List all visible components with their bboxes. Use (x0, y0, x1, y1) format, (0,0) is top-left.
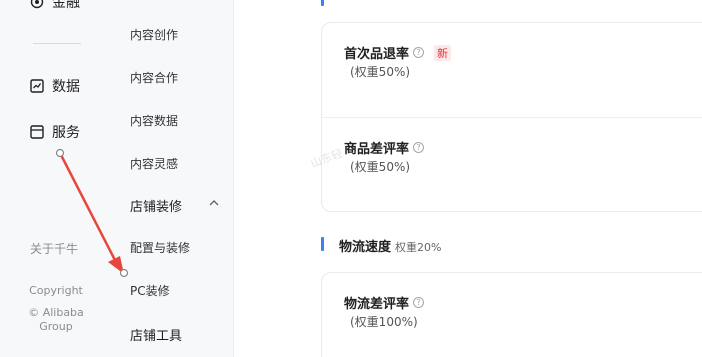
sidebar-item-config-decor[interactable]: 配置与装修 (130, 239, 190, 256)
metric-weight: (权重100%) (350, 315, 418, 329)
section-title-logistics: 物流速度 权重20% (339, 236, 441, 255)
nav-item-data[interactable]: 数据 (30, 76, 80, 96)
help-icon[interactable]: ? (413, 142, 425, 153)
sidebar-item-pc-decor[interactable]: PC装修 (130, 282, 170, 299)
metric-weight: (权重50%) (350, 65, 411, 79)
copyright-line: Copyright (29, 284, 83, 297)
sidebar-group-shop-decor[interactable]: 店铺装修 (130, 196, 182, 215)
nav-item-finance[interactable]: 金融 (30, 0, 80, 12)
metric-card: 首次品退率 ? 新 (权重50%) 商品差评率 ? (权重50%) (321, 22, 702, 212)
secondary-sidebar: 内容创作 内容合作 内容数据 内容灵感 店铺装修 配置与装修 PC装修 店铺工具 (110, 0, 234, 357)
help-icon[interactable]: ? (413, 297, 425, 308)
metric-title-bad-review: 商品差评率 ? (344, 138, 425, 157)
help-icon[interactable]: ? (413, 47, 425, 58)
primary-sidebar: 金融 数据 服务 关于千牛 Copyright © Alibaba Group (0, 0, 110, 357)
metric-title-text: 物流差评率 (344, 297, 410, 312)
copyright-line: Group (39, 320, 73, 333)
about-link[interactable]: 关于千牛 (30, 240, 78, 257)
metric-title-logistics-review: 物流差评率 ? (344, 293, 425, 312)
nav-item-label: 金融 (52, 0, 80, 11)
metric-weight: (权重50%) (350, 160, 411, 174)
copyright-line: © Alibaba (28, 306, 84, 319)
chevron-up-icon[interactable] (207, 196, 221, 210)
sidebar-group-shop-tools[interactable]: 店铺工具 (130, 325, 182, 344)
section-marker (321, 237, 324, 251)
eye-icon (30, 0, 44, 9)
sidebar-item-content-inspiration[interactable]: 内容灵感 (130, 155, 178, 172)
service-icon (30, 125, 44, 139)
metric-title-text: 首次品退率 (344, 47, 410, 62)
sidebar-item-content-data[interactable]: 内容数据 (130, 112, 178, 129)
section-weight: 权重20% (395, 241, 442, 254)
metric-title-return-rate: 首次品退率 ? 新 (344, 43, 452, 62)
main-content: 首次品退率 ? 新 (权重50%) 商品差评率 ? (权重50%) 物流速度 权重… (234, 0, 702, 357)
nav-item-label: 数据 (52, 79, 80, 95)
nav-item-label: 服务 (52, 125, 80, 141)
sidebar-item-content-coop[interactable]: 内容合作 (130, 69, 178, 86)
nav-divider (33, 43, 81, 44)
metric-title-text: 商品差评率 (344, 142, 410, 157)
new-badge: 新 (434, 44, 452, 61)
sidebar-item-content-create[interactable]: 内容创作 (130, 26, 178, 43)
nav-item-service[interactable]: 服务 (30, 122, 80, 142)
metric-card: 物流差评率 ? (权重100%) (321, 272, 702, 357)
section-title-text: 物流速度 (339, 240, 392, 255)
chart-icon (30, 79, 44, 93)
section-marker (321, 0, 324, 6)
divider (322, 117, 702, 118)
